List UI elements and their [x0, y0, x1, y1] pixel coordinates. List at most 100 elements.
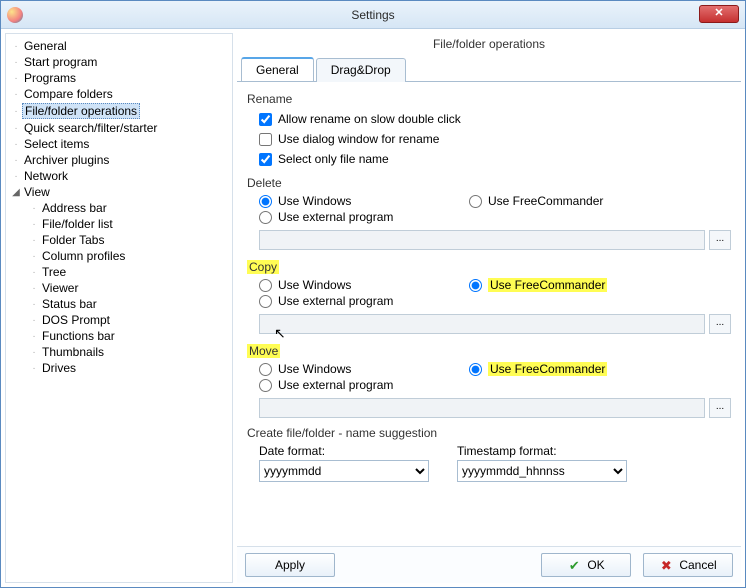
- panel-title: File/folder operations: [237, 33, 741, 57]
- tree-item[interactable]: ·Folder Tabs: [24, 232, 232, 248]
- browse-delete-external-button[interactable]: ...: [709, 230, 731, 250]
- tree-item-label: Status bar: [40, 297, 99, 311]
- tree-item-label: DOS Prompt: [40, 313, 112, 327]
- tree-leaf-dot-icon: ·: [10, 123, 22, 134]
- check-icon: [567, 558, 581, 572]
- title-bar: Settings ✕: [1, 1, 745, 29]
- settings-tree[interactable]: ·General·Start program·Programs·Compare …: [5, 33, 233, 583]
- ok-button-label: OK: [587, 558, 604, 572]
- tree-leaf-dot-icon: ·: [10, 155, 22, 166]
- tab-general[interactable]: General: [241, 57, 314, 81]
- tree-item[interactable]: ·DOS Prompt: [24, 312, 232, 328]
- group-delete-title: Delete: [247, 176, 731, 190]
- tree-item[interactable]: ·Start program: [6, 54, 232, 70]
- tree-item[interactable]: ·Quick search/filter/starter: [6, 120, 232, 136]
- radio-delete-external-label: Use external program: [278, 210, 393, 224]
- input-copy-external-path[interactable]: [259, 314, 705, 334]
- input-move-external-path[interactable]: [259, 398, 705, 418]
- tree-item[interactable]: ·File/folder operations: [6, 102, 232, 120]
- tree-item[interactable]: ·Viewer: [24, 280, 232, 296]
- tree-item[interactable]: ·Archiver plugins: [6, 152, 232, 168]
- tree-item[interactable]: ·File/folder list: [24, 216, 232, 232]
- select-timestamp-format[interactable]: yyyymmdd_hhnnss: [457, 460, 627, 482]
- tab-dragdrop[interactable]: Drag&Drop: [316, 58, 406, 82]
- radio-delete-freecommander[interactable]: Use FreeCommander: [469, 194, 731, 208]
- radio-move-external[interactable]: Use external program: [259, 378, 469, 392]
- select-date-format[interactable]: yyyymmdd: [259, 460, 429, 482]
- radio-delete-windows-input[interactable]: [259, 195, 272, 208]
- tree-leaf-dot-icon: ·: [10, 89, 22, 100]
- tree-item[interactable]: ·Programs: [6, 70, 232, 86]
- group-rename: Rename Allow rename on slow double click…: [247, 92, 731, 168]
- browse-move-external-button[interactable]: ...: [709, 398, 731, 418]
- radio-delete-freecommander-input[interactable]: [469, 195, 482, 208]
- tree-item-label: Address bar: [40, 201, 109, 215]
- radio-move-external-input[interactable]: [259, 379, 272, 392]
- check-select-only-filename-input[interactable]: [259, 153, 272, 166]
- radio-copy-freecommander[interactable]: Use FreeCommander: [469, 278, 731, 292]
- tree-item[interactable]: ·Status bar: [24, 296, 232, 312]
- tree-item-label: Thumbnails: [40, 345, 106, 359]
- tree-item[interactable]: ·Compare folders: [6, 86, 232, 102]
- tree-item[interactable]: ·General: [6, 38, 232, 54]
- check-use-dialog-rename-label: Use dialog window for rename: [278, 130, 439, 148]
- check-allow-slow-rename-label: Allow rename on slow double click: [278, 110, 461, 128]
- tree-item-label: Column profiles: [40, 249, 127, 263]
- tree-item-label: View: [22, 185, 52, 199]
- group-rename-title: Rename: [247, 92, 731, 106]
- apply-button[interactable]: Apply: [245, 553, 335, 577]
- ok-button[interactable]: OK: [541, 553, 631, 577]
- tree-item[interactable]: ·Select items: [6, 136, 232, 152]
- tree-item[interactable]: ·Tree: [24, 264, 232, 280]
- cancel-button[interactable]: Cancel: [643, 553, 733, 577]
- check-select-only-filename[interactable]: Select only file name: [259, 150, 731, 168]
- browse-copy-external-button[interactable]: ...: [709, 314, 731, 334]
- input-delete-external-path[interactable]: [259, 230, 705, 250]
- radio-copy-windows[interactable]: Use Windows: [259, 278, 469, 292]
- tree-item[interactable]: ·Network: [6, 168, 232, 184]
- tab-general-label: General: [256, 63, 299, 77]
- check-allow-slow-rename[interactable]: Allow rename on slow double click: [259, 110, 731, 128]
- tree-leaf-dot-icon: ·: [10, 139, 22, 150]
- radio-move-windows-input[interactable]: [259, 363, 272, 376]
- tree-item[interactable]: ·Drives: [24, 360, 232, 376]
- tab-dragdrop-label: Drag&Drop: [331, 63, 391, 77]
- tree-leaf-dot-icon: ·: [28, 251, 40, 262]
- radio-move-windows[interactable]: Use Windows: [259, 362, 469, 376]
- tree-item[interactable]: ·Column profiles: [24, 248, 232, 264]
- check-use-dialog-rename-input[interactable]: [259, 133, 272, 146]
- tree-item-label: Viewer: [40, 281, 80, 295]
- tree-leaf-dot-icon: ·: [10, 73, 22, 84]
- tree-item-label: General: [22, 39, 69, 53]
- check-allow-slow-rename-input[interactable]: [259, 113, 272, 126]
- tree-item-label: Start program: [22, 55, 99, 69]
- radio-delete-windows[interactable]: Use Windows: [259, 194, 469, 208]
- app-icon: [7, 7, 23, 23]
- radio-copy-external[interactable]: Use external program: [259, 294, 469, 308]
- window-title: Settings: [351, 8, 394, 22]
- radio-copy-external-label: Use external program: [278, 294, 393, 308]
- check-use-dialog-rename[interactable]: Use dialog window for rename: [259, 130, 731, 148]
- tree-item[interactable]: ◢View: [6, 184, 232, 200]
- radio-delete-external[interactable]: Use external program: [259, 210, 469, 224]
- tree-item[interactable]: ·Thumbnails: [24, 344, 232, 360]
- tab-strip: General Drag&Drop: [237, 57, 741, 82]
- radio-copy-freecommander-label: Use FreeCommander: [488, 278, 607, 292]
- chevron-down-icon[interactable]: ◢: [10, 187, 22, 198]
- radio-delete-external-input[interactable]: [259, 211, 272, 224]
- radio-move-freecommander[interactable]: Use FreeCommander: [469, 362, 731, 376]
- radio-delete-freecommander-label: Use FreeCommander: [488, 194, 603, 208]
- tree-leaf-dot-icon: ·: [28, 203, 40, 214]
- tab-body: Rename Allow rename on slow double click…: [237, 82, 741, 546]
- radio-copy-windows-input[interactable]: [259, 279, 272, 292]
- group-name-suggestion-title: Create file/folder - name suggestion: [247, 426, 731, 440]
- close-button[interactable]: ✕: [699, 5, 739, 23]
- radio-move-external-label: Use external program: [278, 378, 393, 392]
- radio-move-freecommander-input[interactable]: [469, 363, 482, 376]
- radio-copy-freecommander-input[interactable]: [469, 279, 482, 292]
- radio-copy-external-input[interactable]: [259, 295, 272, 308]
- tree-item[interactable]: ·Address bar: [24, 200, 232, 216]
- tree-item-label: Drives: [40, 361, 78, 375]
- tree-item[interactable]: ·Functions bar: [24, 328, 232, 344]
- tree-leaf-dot-icon: ·: [28, 363, 40, 374]
